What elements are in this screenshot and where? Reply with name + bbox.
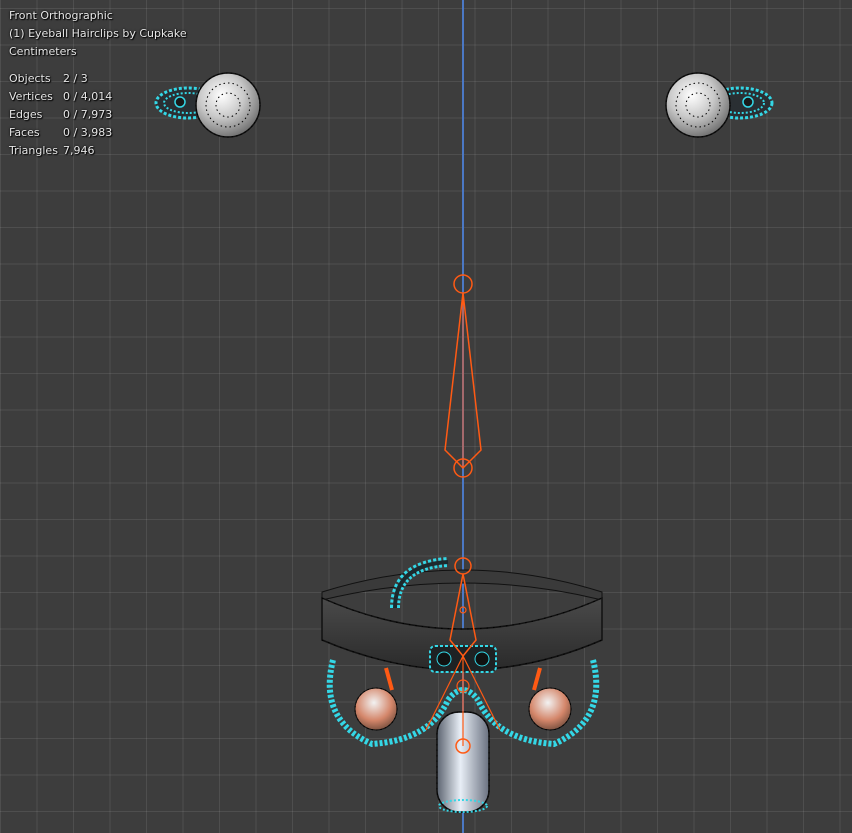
stat-label: Edges xyxy=(9,108,43,121)
stat-row-edges: Edges 0 / 7,973 xyxy=(9,106,112,124)
units-label: Centimeters xyxy=(9,45,77,58)
stat-row-objects: Objects 2 / 3 xyxy=(9,70,112,88)
eyeball-hairclip-left[interactable] xyxy=(154,72,261,138)
armature-bone-upper[interactable] xyxy=(444,274,482,478)
stat-row-faces: Faces 0 / 3,983 xyxy=(9,124,112,142)
stat-value: 0 / 7,973 xyxy=(63,108,113,121)
active-object-label: (1) Eyeball Hairclips by Cupkake xyxy=(9,27,187,40)
stat-row-triangles: Triangles 7,946 xyxy=(9,142,112,160)
stat-label: Objects xyxy=(9,72,51,85)
stat-row-vertices: Vertices 0 / 4,014 xyxy=(9,88,112,106)
stat-label: Vertices xyxy=(9,90,53,103)
stat-value: 0 / 3,983 xyxy=(63,126,113,139)
stat-label: Faces xyxy=(9,126,40,139)
viewport-info-overlay: Front Orthographic (1) Eyeball Hairclips… xyxy=(9,7,187,61)
stat-label: Triangles xyxy=(9,144,58,157)
stat-value: 2 / 3 xyxy=(63,72,88,85)
stat-value: 0 / 4,014 xyxy=(63,90,113,103)
choker-necklace[interactable] xyxy=(321,557,603,813)
scene-statistics: Objects 2 / 3 Vertices 0 / 4,014 Edges 0… xyxy=(9,70,112,160)
view-name-label: Front Orthographic xyxy=(9,9,113,22)
eyeball-hairclip-right[interactable] xyxy=(665,72,774,138)
3d-viewport[interactable]: Front Orthographic (1) Eyeball Hairclips… xyxy=(0,0,852,833)
stat-value: 7,946 xyxy=(63,144,95,157)
scene-canvas[interactable] xyxy=(0,0,852,833)
